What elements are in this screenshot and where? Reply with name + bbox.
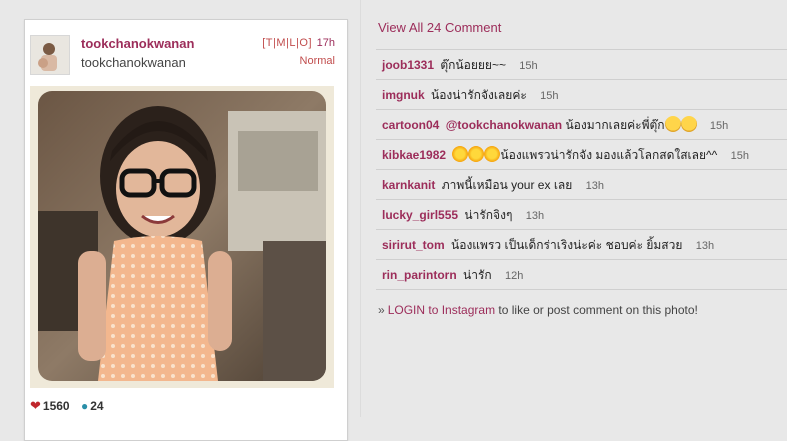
view-size-links: [T|M|L|O]	[262, 37, 312, 49]
comment-text: ภาพนี้เหมือน your ex เลย	[441, 178, 573, 192]
photo-frame	[30, 86, 334, 388]
view-size-o[interactable]: O	[299, 37, 308, 49]
face-emoji-icon	[680, 116, 697, 132]
column-divider	[360, 0, 361, 417]
comment-item: lucky_girl555 น่ารักจิงๆ 13h	[376, 199, 787, 229]
comment-text: น่ารัก	[463, 268, 492, 282]
comment-time: 13h	[525, 210, 545, 222]
avatar[interactable]	[30, 35, 70, 75]
comment-text: น้องมากเลยค่ะพี่ตุ๊ก	[565, 118, 665, 132]
comment-text: ตุ๊กน้อยยย~~	[440, 58, 506, 72]
comment-text: น่ารักจิงๆ	[464, 208, 513, 222]
comment-text: น้องแพรวน่ารักจัง มองแล้วโลกสดใสเลย^^	[500, 148, 718, 162]
comment-username[interactable]: sirirut_tom	[382, 238, 445, 252]
comment-time: 13h	[585, 180, 605, 192]
post-fullname: tookchanokwanan	[81, 55, 186, 70]
comment-username[interactable]: kibkae1982	[382, 148, 446, 162]
comment-time: 15h	[519, 60, 538, 72]
comment-mention[interactable]: @tookchanokwanan	[446, 118, 562, 132]
photo-card: tookchanokwanan tookchanokwanan [T|M|L|O…	[24, 19, 348, 441]
likes-count: 1560	[42, 399, 70, 413]
login-link[interactable]: LOGIN to Instagram	[388, 303, 495, 317]
post-stats: ❤ 1560 ● 24	[30, 398, 104, 414]
view-size-m[interactable]: M	[276, 37, 286, 49]
comment-time: 12h	[505, 270, 524, 282]
comment-time: 15h	[730, 150, 749, 162]
sun-emoji-icon	[468, 146, 485, 162]
comments-list: joob1331 ตุ๊กน้อยยย~~ 15h imgnuk น้องน่า…	[376, 49, 787, 290]
comment-item: karnkanit ภาพนี้เหมือน your ex เลย 13h	[376, 169, 787, 199]
comment-item: imgnuk น้องน่ารักจังเลยค่ะ 15h	[376, 79, 787, 109]
comment-item: sirirut_tom น้องแพรว เป็นเด็กร่าเริงน่ะค…	[376, 229, 787, 259]
face-emoji-icon	[664, 116, 681, 132]
comment-item: kibkae1982 น้องแพรวน่ารักจัง มองแล้วโลกส…	[376, 139, 787, 169]
comment-text: น้องน่ารักจังเลยค่ะ	[431, 88, 527, 102]
comment-time: 13h	[695, 240, 715, 252]
sun-emoji-icon	[452, 146, 469, 162]
post-time-ago: 17h	[316, 37, 335, 49]
comment-text: น้องแพรว เป็นเด็กร่าเริงน่ะค่ะ ชอบค่ะ ยิ…	[451, 238, 683, 252]
view-size-l[interactable]: L	[289, 37, 296, 49]
sun-emoji-icon	[484, 146, 501, 162]
comment-username[interactable]: imgnuk	[382, 88, 425, 102]
filter-name: Normal	[299, 55, 335, 67]
comment-item: joob1331 ตุ๊กน้อยยย~~ 15h	[376, 49, 787, 79]
post-username[interactable]: tookchanokwanan	[81, 36, 194, 51]
comment-bubble-icon[interactable]: ●	[81, 399, 88, 413]
login-prompt-text: to like or post comment on this photo!	[495, 303, 698, 317]
comment-item: rin_parintorn น่ารัก 12h	[376, 259, 787, 290]
comment-username[interactable]: cartoon04	[382, 118, 439, 132]
comment-username[interactable]: lucky_girl555	[382, 208, 458, 222]
raquo-glyph: »	[378, 303, 385, 317]
login-prompt: » LOGIN to Instagram to like or post comm…	[378, 303, 698, 317]
view-all-comments-link[interactable]: View All 24 Comment	[378, 20, 501, 35]
heart-icon[interactable]: ❤	[30, 398, 41, 413]
post-photo[interactable]	[38, 91, 326, 381]
comments-count: 24	[90, 399, 104, 413]
comment-username[interactable]: rin_parintorn	[382, 268, 457, 282]
comment-time: 15h	[540, 90, 559, 102]
view-size-t[interactable]: T	[266, 37, 273, 49]
comment-username[interactable]: joob1331	[382, 58, 434, 72]
comment-time: 15h	[709, 120, 729, 132]
comment-item: cartoon04 @tookchanokwanan น้องมากเลยค่ะ…	[376, 109, 787, 139]
comment-username[interactable]: karnkanit	[382, 178, 435, 192]
